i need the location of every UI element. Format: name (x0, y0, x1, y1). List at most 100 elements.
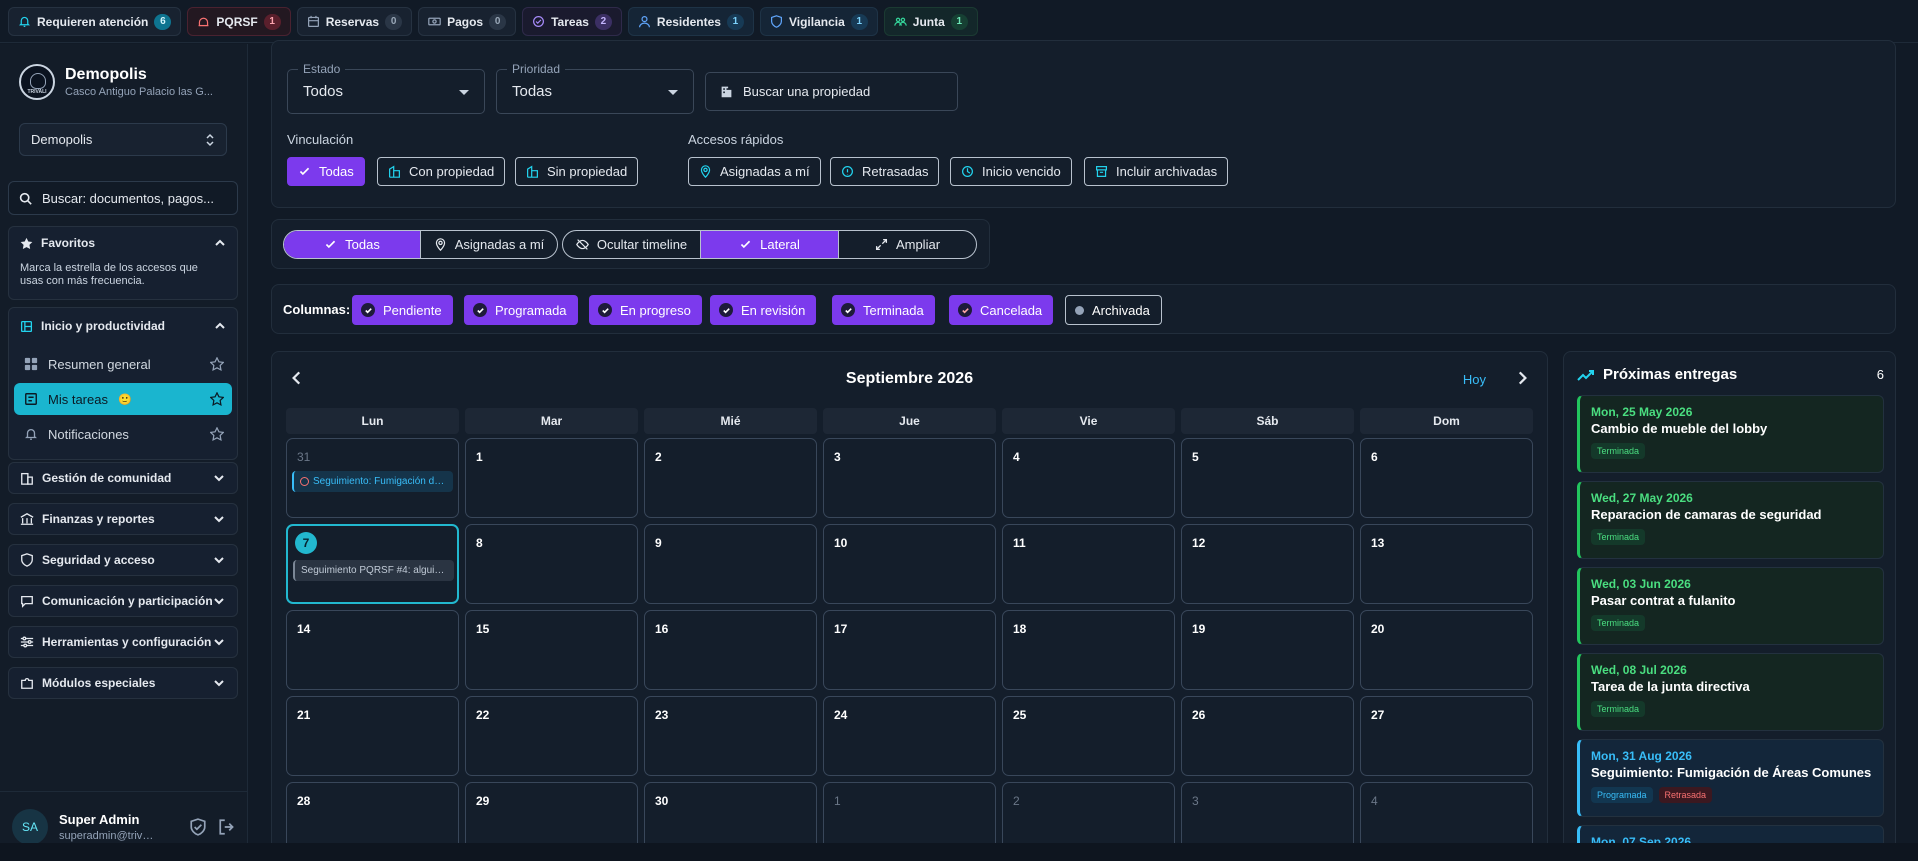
day-cell[interactable]: 6 (1360, 438, 1533, 518)
hide-timeline-button[interactable]: Ocultar timeline (563, 231, 701, 258)
favorites-header[interactable]: Favoritos (20, 236, 226, 250)
check-icon (719, 303, 733, 317)
column-toggle-programada[interactable]: Programada (464, 295, 578, 325)
status-badge: Terminada (1591, 529, 1646, 545)
alert-junta[interactable]: Junta 1 (883, 7, 978, 36)
day-cell[interactable]: 11 (1002, 524, 1175, 604)
day-cell[interactable]: 14 (286, 610, 459, 690)
view-segment: Todas Asignadas a mí (283, 230, 558, 259)
day-cell[interactable]: 20 (1360, 610, 1533, 690)
day-cell[interactable]: 15 (465, 610, 638, 690)
prioridad-select[interactable]: Prioridad Todas (496, 62, 694, 114)
alert-circle-icon (842, 166, 853, 177)
column-toggle-archivada[interactable]: Archivada (1065, 295, 1162, 325)
delivery-card[interactable]: Wed, 27 May 2026 Reparacion de camaras de… (1577, 481, 1884, 559)
group-icon (893, 17, 907, 26)
sidebar-section-herramientas[interactable]: Herramientas y configuración (8, 626, 238, 658)
ampliar-button[interactable]: Ampliar (839, 231, 976, 258)
star-outline-icon[interactable] (210, 392, 224, 406)
sidebar-search[interactable]: Buscar: documentos, pagos... (8, 181, 238, 215)
sidebar-section-gestion[interactable]: Gestión de comunidad (8, 462, 238, 494)
delivery-card[interactable]: Wed, 08 Jul 2026 Tarea de la junta direct… (1577, 653, 1884, 731)
vinculacion-todas[interactable]: Todas (287, 157, 365, 186)
day-cell[interactable]: 13 (1360, 524, 1533, 604)
delivery-card[interactable]: Mon, 31 Aug 2026 Seguimiento: Fumigación … (1577, 739, 1884, 817)
day-cell[interactable]: 10 (823, 524, 996, 604)
view-asignadas-button[interactable]: Asignadas a mí (421, 231, 557, 258)
day-number: 20 (1371, 622, 1385, 636)
day-cell[interactable]: 27 (1360, 696, 1533, 776)
day-cell[interactable]: 1 (465, 438, 638, 518)
day-cell[interactable]: 12 (1181, 524, 1354, 604)
sidebar-section-seguridad[interactable]: Seguridad y acceso (8, 544, 238, 576)
brand[interactable]: TRIVALI Demopolis Casco Antiguo Palacio … (19, 64, 225, 100)
day-number: 28 (297, 794, 311, 808)
sidebar-section-modulos[interactable]: Módulos especiales (8, 667, 238, 699)
community-select[interactable]: Demopolis (19, 123, 227, 156)
day-cell[interactable]: 8 (465, 524, 638, 604)
day-cell[interactable]: 5 (1181, 438, 1354, 518)
day-cell[interactable]: 4 (1002, 438, 1175, 518)
quick-asignadas[interactable]: Asignadas a mí (688, 157, 821, 186)
today-button[interactable]: Hoy (1463, 372, 1486, 387)
vinculacion-sin-propiedad[interactable]: Sin propiedad (515, 157, 639, 186)
clock-icon (962, 166, 973, 177)
alert-label: Requieren atención (37, 14, 149, 29)
delivery-card[interactable]: Mon, 25 May 2026 Cambio de mueble del lob… (1577, 395, 1884, 473)
logout-icon[interactable] (218, 818, 236, 836)
day-cell[interactable]: 31 Seguimiento: Fumigación de Áreas Comun… (286, 438, 459, 518)
alert-requieren-atencion[interactable]: Requieren atención 6 (8, 7, 182, 36)
alert-residentes[interactable]: Residentes 1 (627, 7, 754, 36)
column-toggle-pendiente[interactable]: Pendiente (352, 295, 453, 325)
column-toggle-cancelada[interactable]: Cancelada (949, 295, 1054, 325)
quick-retrasadas[interactable]: Retrasadas (830, 157, 940, 186)
sidebar-section-comunicacion[interactable]: Comunicación y participación (8, 585, 238, 617)
estado-select[interactable]: Estado Todos (287, 62, 485, 114)
day-cell[interactable]: 19 (1181, 610, 1354, 690)
delivery-card[interactable]: Wed, 03 Jun 2026 Pasar contrat a fulanito… (1577, 567, 1884, 645)
quick-incluir-archivadas[interactable]: Incluir archivadas (1084, 157, 1229, 186)
day-cell[interactable]: 9 (644, 524, 817, 604)
alert-circle-icon (300, 477, 309, 486)
property-search-input[interactable]: Buscar una propiedad (705, 72, 958, 111)
star-outline-icon[interactable] (210, 427, 224, 441)
day-cell[interactable]: 21 (286, 696, 459, 776)
day-cell[interactable]: 17 (823, 610, 996, 690)
star-outline-icon[interactable] (210, 357, 224, 371)
alert-vigilancia[interactable]: Vigilancia 1 (759, 7, 878, 36)
day-cell[interactable]: 24 (823, 696, 996, 776)
day-cell[interactable]: 3 (823, 438, 996, 518)
column-toggle-en-progreso[interactable]: En progreso (589, 295, 702, 325)
quick-inicio-vencido[interactable]: Inicio vencido (950, 157, 1072, 186)
shield-check-icon[interactable] (189, 817, 207, 836)
sidebar-section-finanzas[interactable]: Finanzas y reportes (8, 503, 238, 535)
alert-pqrsf[interactable]: PQRSF 1 (187, 7, 291, 36)
column-toggle-en-revision[interactable]: En revisión (710, 295, 817, 325)
vinculacion-con-propiedad[interactable]: Con propiedad (377, 157, 506, 186)
calendar-event[interactable]: Seguimiento PQRSF #4: alguien está hacie… (293, 560, 454, 581)
column-toggle-terminada[interactable]: Terminada (832, 295, 935, 325)
lateral-button[interactable]: Lateral (701, 231, 839, 258)
day-cell[interactable]: 18 (1002, 610, 1175, 690)
nav-group-header[interactable]: Inicio y productividad (20, 319, 226, 333)
day-cell[interactable]: 2 (644, 438, 817, 518)
day-cell[interactable]: 23 (644, 696, 817, 776)
weekday-header: Sáb (1181, 408, 1354, 434)
chevron-right-icon[interactable] (1513, 369, 1531, 387)
sidebar-item-resumen[interactable]: Resumen general (14, 348, 232, 380)
sidebar-item-notificaciones[interactable]: Notificaciones (14, 418, 232, 450)
alert-tareas[interactable]: Tareas 2 (522, 7, 622, 36)
chevron-down-icon (214, 557, 224, 564)
day-cell[interactable]: 16 (644, 610, 817, 690)
day-cell[interactable]: 26 (1181, 696, 1354, 776)
avatar[interactable]: SA (12, 808, 48, 845)
day-cell-today[interactable]: 7 Seguimiento PQRSF #4: alguien está haci… (286, 524, 459, 604)
alert-pagos[interactable]: Pagos 0 (418, 7, 517, 36)
alert-reservas[interactable]: Reservas 0 (296, 7, 413, 36)
sidebar-item-mis-tareas[interactable]: Mis tareas 🙂 (14, 383, 232, 415)
day-cell[interactable]: 25 (1002, 696, 1175, 776)
day-cell[interactable]: 22 (465, 696, 638, 776)
status-badge: Terminada (1591, 615, 1646, 631)
calendar-event[interactable]: Seguimiento: Fumigación de Áreas Comunes (292, 471, 453, 492)
view-todas-button[interactable]: Todas (284, 231, 421, 258)
